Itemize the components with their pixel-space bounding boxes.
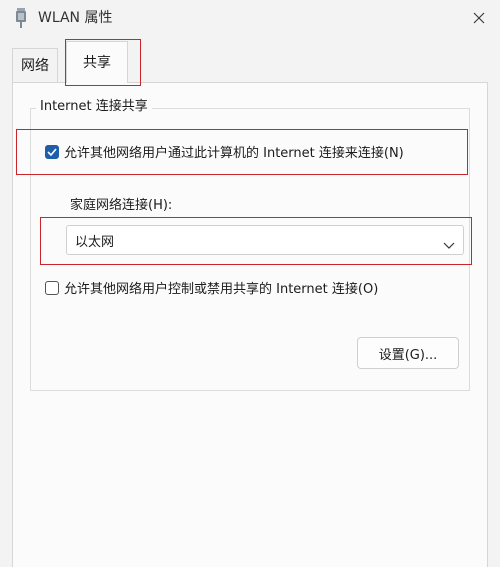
allow-control-checkbox-row[interactable]: 允许其他网络用户控制或禁用共享的 Internet 连接(O) — [45, 278, 378, 297]
allow-connect-checkbox-row[interactable]: 允许其他网络用户通过此计算机的 Internet 连接来连接(N) — [45, 142, 404, 161]
tab-network[interactable]: 网络 — [12, 48, 58, 82]
home-network-value: 以太网 — [75, 234, 115, 250]
home-network-label: 家庭网络连接(H): — [70, 198, 173, 213]
close-icon — [473, 9, 485, 28]
checkmark-icon — [47, 147, 57, 156]
allow-connect-checkbox[interactable] — [45, 144, 59, 159]
window-title: WLAN 属性 — [38, 10, 113, 26]
close-button[interactable] — [464, 4, 494, 32]
title-bar: WLAN 属性 — [0, 0, 500, 36]
settings-button[interactable]: 设置(G)... — [357, 337, 459, 369]
allow-control-checkbox[interactable] — [45, 280, 59, 295]
tab-sharing-label: 共享 — [83, 54, 111, 71]
allow-control-label: 允许其他网络用户控制或禁用共享的 Internet 连接(O) — [64, 282, 379, 297]
allow-connect-label: 允许其他网络用户通过此计算机的 Internet 连接来连接(N) — [64, 146, 404, 161]
chevron-down-icon — [443, 235, 455, 249]
tab-sharing[interactable]: 共享 — [66, 41, 128, 83]
network-adapter-icon — [14, 8, 28, 28]
tab-network-label: 网络 — [21, 57, 49, 74]
home-network-dropdown[interactable]: 以太网 — [66, 225, 464, 255]
ics-group-title: Internet 连接共享 — [36, 99, 152, 115]
properties-window: WLAN 属性 网络 共享 Internet 连接共享 允许其他网络用户通过此计… — [0, 0, 500, 567]
